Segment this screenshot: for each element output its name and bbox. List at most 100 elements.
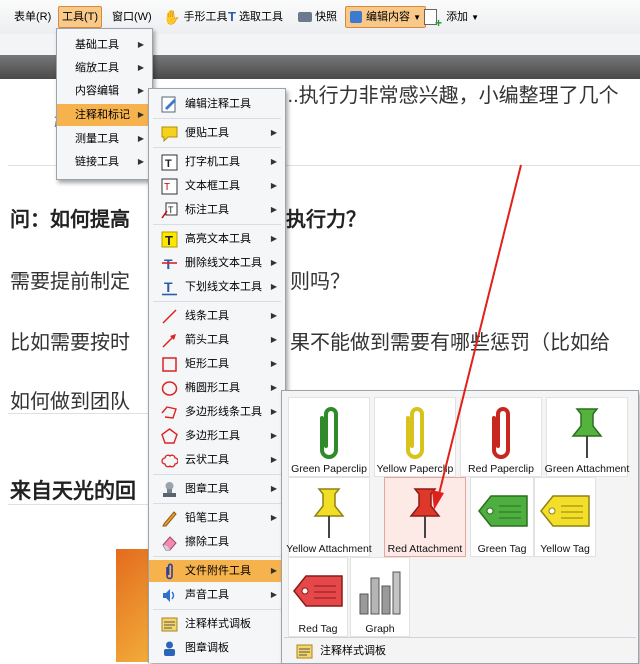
- tile-red-tag[interactable]: Red Tag: [288, 557, 348, 637]
- menu-item-pencil[interactable]: 铅笔工具 ▶: [149, 507, 285, 529]
- menu-item-basic-tools[interactable]: 基础工具 ▶: [57, 34, 152, 56]
- svg-text:T: T: [164, 256, 173, 272]
- menu-item-measure-tools[interactable]: 测量工具 ▶: [57, 128, 152, 150]
- tile-green-paperclip[interactable]: Green Paperclip: [288, 397, 370, 477]
- underline-icon: T: [162, 279, 177, 296]
- doc-line-2: 比如需要按时: [10, 332, 130, 354]
- submenu-arrow-icon: ▶: [137, 134, 144, 143]
- tile-graph[interactable]: Graph: [350, 557, 410, 637]
- menu-item-textbox[interactable]: T 文本框工具 ▶: [149, 175, 285, 197]
- menu-item-annotation-style-palette[interactable]: 注释样式调板: [149, 613, 285, 635]
- yellow-tag-icon: [540, 495, 590, 527]
- menu-form[interactable]: 表单(R): [14, 7, 51, 27]
- submenu-arrow-icon: ▶: [270, 258, 277, 267]
- pencil-icon: [162, 511, 177, 527]
- submenu-arrow-icon: ▶: [270, 590, 277, 599]
- menu-item-highlight-text[interactable]: T 高亮文本工具 ▶: [149, 228, 285, 250]
- submenu-arrow-icon: ▶: [270, 431, 277, 440]
- chevron-down-icon: ▼: [471, 13, 480, 22]
- annotation-menu: 编辑注释工具 便贴工具 ▶ T 打字机工具 ▶ T 文本框工具 ▶ T 标注工具 ▶ T…: [148, 88, 286, 663]
- style-palette-icon: [161, 617, 178, 632]
- menu-item-file-attachment[interactable]: 文件附件工具 ▶: [149, 560, 285, 582]
- submenu-arrow-icon: ▶: [270, 455, 277, 464]
- svg-text:T: T: [164, 182, 170, 193]
- hand-tool-button[interactable]: ✋ 手形工具: [163, 7, 228, 27]
- red-pushpin-icon: [409, 488, 441, 538]
- red-tag-icon: [293, 575, 343, 607]
- yellow-paperclip-icon: [406, 407, 424, 459]
- menu-item-callout[interactable]: T 标注工具 ▶: [149, 199, 285, 221]
- menu-item-zoom-tools[interactable]: 缩放工具 ▶: [57, 57, 152, 79]
- edit-content-icon: [350, 11, 362, 23]
- add-page-icon: +: [424, 9, 442, 29]
- submenu-arrow-icon: ▶: [270, 311, 277, 320]
- doc-heading-2: 来自天光的回: [10, 480, 136, 503]
- doc-line-top: ...执行力非常感兴趣，小编整理了几个: [282, 85, 619, 107]
- tile-red-attachment[interactable]: Red Attachment: [384, 477, 466, 557]
- chevron-down-icon: ▼: [413, 13, 421, 22]
- menu-item-arrow[interactable]: 箭头工具 ▶: [149, 329, 285, 351]
- menu-item-typewriter[interactable]: T 打字机工具 ▶: [149, 151, 285, 173]
- menu-item-annotation-markup[interactable]: 注释和标记 ▶: [57, 104, 152, 126]
- doc-question: 问：如何提高: [10, 209, 130, 231]
- tile-yellow-attachment[interactable]: Yellow Attachment: [286, 477, 372, 557]
- menu-item-eraser[interactable]: 擦除工具: [149, 531, 285, 553]
- menu-item-strikeout-text[interactable]: T 删除线文本工具 ▶: [149, 252, 285, 274]
- stamp-icon: [163, 482, 176, 497]
- style-palette-icon: [296, 644, 313, 659]
- menu-item-stamp-palette[interactable]: 图章调板: [149, 637, 285, 659]
- menu-item-cloud[interactable]: 云状工具 ▶: [149, 449, 285, 471]
- tile-green-tag[interactable]: Green Tag: [470, 477, 534, 557]
- menu-item-line[interactable]: 线条工具 ▶: [149, 305, 285, 327]
- select-tool-button[interactable]: T 选取工具: [228, 7, 283, 27]
- menu-item-polygon[interactable]: 多边形工具 ▶: [149, 425, 285, 447]
- edit-annotation-icon: [161, 96, 176, 113]
- submenu-arrow-icon: ▶: [270, 383, 277, 392]
- menu-item-rectangle[interactable]: 矩形工具 ▶: [149, 353, 285, 375]
- menu-item-content-edit[interactable]: 内容编辑 ▶: [57, 80, 152, 102]
- submenu-arrow-icon: ▶: [270, 566, 277, 575]
- submenu-arrow-icon: ▶: [137, 40, 144, 49]
- stamp-palette-icon: [164, 641, 175, 656]
- submenu-arrow-icon: ▶: [270, 234, 277, 243]
- submenu-arrow-icon: ▶: [270, 513, 277, 522]
- menu-item-edit-annotation[interactable]: 编辑注释工具: [149, 93, 285, 115]
- tile-yellow-paperclip[interactable]: Yellow Paperclip: [374, 397, 456, 477]
- menu-item-polyline[interactable]: 多边形线条工具 ▶: [149, 401, 285, 423]
- snapshot-button[interactable]: 快照: [298, 7, 337, 27]
- doc-line-2-tail: 果不能做到需要有哪些惩罚（比如给: [290, 332, 610, 354]
- hand-icon: ✋: [163, 9, 181, 26]
- cloud-icon: [161, 454, 178, 468]
- menu-item-stamp[interactable]: 图章工具 ▶: [149, 478, 285, 500]
- submenu-arrow-icon: ▶: [270, 128, 277, 137]
- submenu-arrow-icon: ▶: [270, 181, 277, 190]
- menu-tools[interactable]: 工具(T): [58, 6, 103, 28]
- menu-window[interactable]: 窗口(W): [112, 7, 152, 27]
- text-cursor-icon: T: [228, 9, 236, 25]
- tile-green-attachment[interactable]: Green Attachment: [545, 397, 629, 477]
- highlight-icon: T: [161, 231, 178, 248]
- svg-text:T: T: [164, 279, 173, 295]
- textbox-icon: T: [161, 178, 178, 195]
- yellow-pushpin-icon: [313, 488, 345, 538]
- menu-item-ellipse[interactable]: 椭圆形工具 ▶: [149, 377, 285, 399]
- submenu-arrow-icon: ▶: [137, 86, 144, 95]
- green-pushpin-icon: [571, 408, 603, 458]
- submenu-arrow-icon: ▶: [270, 205, 277, 214]
- menu-item-sticky-note[interactable]: 便贴工具 ▶: [149, 122, 285, 144]
- speaker-icon: [163, 589, 175, 602]
- doc-question-tail: 执行力？: [286, 209, 366, 231]
- camera-icon: [298, 12, 312, 23]
- submenu-arrow-icon: ▶: [270, 157, 277, 166]
- doc-line-1-tail: 则吗？: [290, 271, 350, 293]
- menu-item-link-tools[interactable]: 链接工具 ▶: [57, 151, 152, 173]
- attach-panel-style-palette[interactable]: 注释样式调板: [296, 641, 386, 661]
- tile-red-paperclip[interactable]: Red Paperclip: [460, 397, 542, 477]
- submenu-arrow-icon: ▶: [270, 335, 277, 344]
- menu-item-sound[interactable]: 声音工具 ▶: [149, 584, 285, 606]
- strikeout-icon: T: [162, 256, 177, 272]
- tile-yellow-tag[interactable]: Yellow Tag: [534, 477, 596, 557]
- add-button[interactable]: + 添加 ▼: [424, 7, 480, 29]
- edit-content-button[interactable]: 编辑内容 ▼: [345, 6, 426, 28]
- menu-item-underline-text[interactable]: T 下划线文本工具 ▶: [149, 276, 285, 298]
